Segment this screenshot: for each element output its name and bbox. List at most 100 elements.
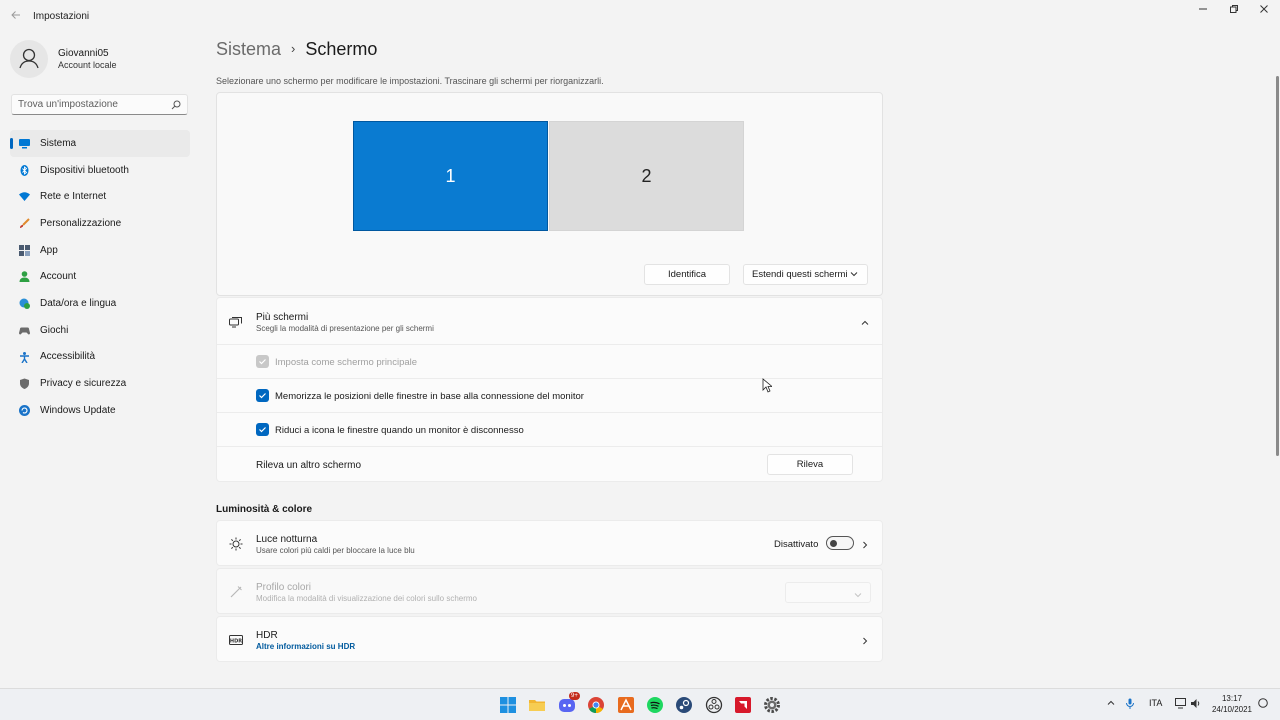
user-profile[interactable]: Giovanni05 Account locale xyxy=(10,40,190,78)
shield-icon xyxy=(19,378,30,390)
sidebar-item-windows-update[interactable]: Windows Update xyxy=(10,397,190,424)
window-title: Impostazioni xyxy=(33,11,90,22)
display-instructions: Selezionare uno schermo per modificare l… xyxy=(216,76,604,86)
color-profile-dropdown xyxy=(785,582,871,603)
search-icon[interactable] xyxy=(171,99,181,113)
night-light-toggle[interactable] xyxy=(826,536,854,550)
color-pen-icon xyxy=(229,585,243,599)
color-profile-title: Profilo colori xyxy=(256,582,312,593)
taskbar: 9+ ITA 13:17 24/10/2021 xyxy=(0,688,1280,720)
spotify-icon[interactable] xyxy=(646,696,664,714)
chevron-up-icon[interactable] xyxy=(860,317,870,327)
user-name: Giovanni05 xyxy=(58,48,109,59)
remember-window-positions-row: Memorizza le posizioni delle finestre in… xyxy=(217,379,882,413)
avatar xyxy=(10,40,48,78)
file-explorer-icon[interactable] xyxy=(528,696,546,714)
night-light-subtitle: Usare colori più caldi per bloccare la l… xyxy=(256,546,415,555)
network-icon[interactable] xyxy=(1175,698,1187,711)
multiple-displays-subtitle: Scegli la modalità di presentazione per … xyxy=(256,324,434,333)
sidebar-item-label: Sistema xyxy=(40,137,77,149)
brush-icon xyxy=(19,218,30,229)
sidebar-item-sistema[interactable]: Sistema xyxy=(10,130,190,157)
back-arrow-icon[interactable] xyxy=(10,9,24,23)
sidebar-item-label: App xyxy=(40,244,58,256)
scrollbar[interactable] xyxy=(1276,76,1279,456)
display-mode-dropdown[interactable]: Estendi questi schermi xyxy=(743,264,868,285)
accessibility-icon xyxy=(19,351,30,363)
monitor-number: 1 xyxy=(445,165,456,186)
discord-icon[interactable]: 9+ xyxy=(558,692,580,714)
notification-icon[interactable] xyxy=(1258,698,1268,710)
page-title: Schermo xyxy=(305,39,378,59)
sidebar-item-label: Personalizzazione xyxy=(40,217,122,229)
microphone-icon[interactable] xyxy=(1125,698,1135,712)
maximize-button[interactable] xyxy=(1223,4,1245,18)
primary-display-row: Imposta come schermo principale xyxy=(217,345,882,379)
sidebar-item-privacy[interactable]: Privacy e sicurezza xyxy=(10,370,190,397)
language-indicator[interactable]: ITA xyxy=(1149,698,1162,708)
night-light-card[interactable]: Luce notturna Usare colori più caldi per… xyxy=(216,520,883,566)
close-button[interactable] xyxy=(1253,4,1275,18)
sidebar-item-bluetooth[interactable]: Dispositivi bluetooth xyxy=(10,157,190,184)
brightness-icon xyxy=(229,537,243,551)
breadcrumb-separator: › xyxy=(291,41,296,56)
checkbox-remember-positions[interactable] xyxy=(256,389,269,402)
app-orange-icon[interactable] xyxy=(617,696,635,714)
identify-button[interactable]: Identifica xyxy=(644,264,730,285)
sidebar-item-giochi[interactable]: Giochi xyxy=(10,317,190,344)
multiple-displays-title: Più schermi xyxy=(256,312,309,323)
settings-icon[interactable] xyxy=(763,696,781,714)
minimize-button[interactable] xyxy=(1192,4,1214,18)
steam-icon[interactable] xyxy=(675,696,693,714)
amd-icon[interactable] xyxy=(734,696,752,714)
hdr-info-link[interactable]: Altre informazioni su HDR xyxy=(256,642,355,651)
night-light-title: Luce notturna xyxy=(256,534,318,545)
sidebar-item-label: Dispositivi bluetooth xyxy=(40,164,129,176)
start-icon[interactable] xyxy=(499,696,517,714)
sidebar-item-account[interactable]: Account xyxy=(10,263,190,290)
chevron-right-icon[interactable] xyxy=(860,539,870,549)
chevron-down-icon xyxy=(854,588,862,602)
gamepad-icon xyxy=(19,325,30,336)
color-profile-card: Profilo colori Modifica la modalità di v… xyxy=(216,568,883,614)
toggle-knob xyxy=(830,539,837,547)
night-light-status: Disattivato xyxy=(774,539,819,550)
search-box[interactable] xyxy=(11,94,188,115)
sidebar-item-personalizzazione[interactable]: Personalizzazione xyxy=(10,210,190,237)
svg-text:HDR: HDR xyxy=(230,638,242,644)
checkbox-minimize-windows[interactable] xyxy=(256,423,269,436)
hdr-title: HDR xyxy=(256,630,278,641)
sidebar-item-label: Privacy e sicurezza xyxy=(40,378,127,390)
monitor-1[interactable]: 1 xyxy=(353,121,548,231)
wifi-icon xyxy=(19,191,30,202)
monitor-icon xyxy=(19,138,30,149)
search-input[interactable] xyxy=(12,95,162,114)
hdr-card[interactable]: HDR HDR Altre informazioni su HDR xyxy=(216,616,883,662)
chevron-down-icon xyxy=(850,270,858,281)
sidebar-item-label: Rete e Internet xyxy=(40,191,107,203)
volume-icon[interactable] xyxy=(1190,698,1202,711)
clock-time: 13:17 xyxy=(1221,694,1243,703)
globe-clock-icon xyxy=(19,298,30,310)
detect-button[interactable]: Rileva xyxy=(767,454,853,475)
breadcrumb-parent[interactable]: Sistema xyxy=(216,39,281,59)
sidebar-item-label: Account xyxy=(40,271,77,283)
chrome-icon[interactable] xyxy=(587,696,605,714)
obs-icon[interactable] xyxy=(705,696,723,714)
multiple-displays-card: Più schermi Scegli la modalità di presen… xyxy=(216,297,883,482)
chevron-right-icon[interactable] xyxy=(860,635,870,645)
sidebar-item-data-ora[interactable]: Data/ora e lingua xyxy=(10,290,190,317)
checkbox-label: Riduci a icona le finestre quando un mon… xyxy=(275,425,524,436)
clock[interactable]: 13:17 24/10/2021 xyxy=(1208,693,1256,715)
minimize-windows-row: Riduci a icona le finestre quando un mon… xyxy=(217,413,882,447)
hdr-icon: HDR xyxy=(229,633,243,647)
discord-badge: 9+ xyxy=(569,692,580,700)
sidebar-item-rete[interactable]: Rete e Internet xyxy=(10,183,190,210)
chevron-up-icon[interactable] xyxy=(1106,698,1116,710)
sidebar-item-label: Data/ora e lingua xyxy=(40,297,117,309)
multiple-displays-header[interactable]: Più schermi Scegli la modalità di presen… xyxy=(217,298,882,345)
sidebar-item-app[interactable]: App xyxy=(10,237,190,264)
sidebar-item-accessibilita[interactable]: Accessibilità xyxy=(10,344,190,371)
detect-display-text: Rileva un altro schermo xyxy=(256,460,362,471)
monitor-2[interactable]: 2 xyxy=(549,121,744,231)
